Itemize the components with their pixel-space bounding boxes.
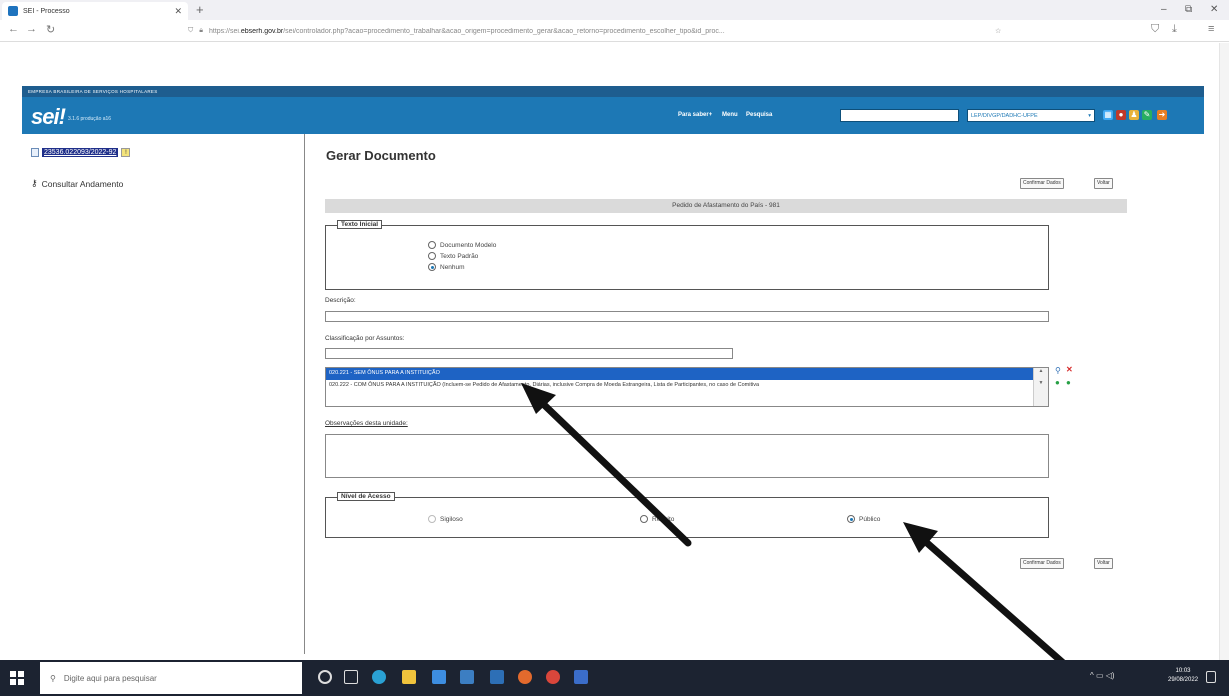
windows-taskbar: ⚲ Digite aqui para pesquisar ^ ▭ ◁) 10:0…	[0, 660, 1229, 696]
word-icon[interactable]	[574, 670, 588, 684]
task-view-icon[interactable]	[344, 670, 358, 684]
taskbar-search-placeholder: Digite aqui para pesquisar	[63, 673, 157, 683]
taskbar-search-box[interactable]: ⚲ Digite aqui para pesquisar	[40, 662, 302, 694]
cortana-icon[interactable]	[318, 670, 332, 684]
annotation-arrows	[521, 383, 1082, 680]
clock-time: 10:03	[1175, 668, 1191, 674]
mail-icon[interactable]	[490, 670, 504, 684]
windows-start-icon[interactable]	[10, 671, 24, 685]
office-icon[interactable]	[460, 670, 474, 684]
edge-icon[interactable]	[372, 670, 386, 684]
file-explorer-icon[interactable]	[402, 670, 416, 684]
clock-date: 29/08/2022	[1168, 677, 1199, 683]
search-icon: ⚲	[50, 673, 56, 683]
arrow-to-assunto	[521, 383, 692, 547]
clock[interactable]: 10:03 29/08/2022	[1168, 667, 1198, 685]
store-icon[interactable]	[432, 670, 446, 684]
firefox-icon[interactable]	[518, 670, 532, 684]
notifications-icon[interactable]	[1206, 671, 1216, 683]
chrome-icon[interactable]	[546, 670, 560, 684]
arrow-to-publico	[903, 522, 1082, 680]
system-tray-icons[interactable]: ^ ▭ ◁)	[1090, 671, 1115, 680]
